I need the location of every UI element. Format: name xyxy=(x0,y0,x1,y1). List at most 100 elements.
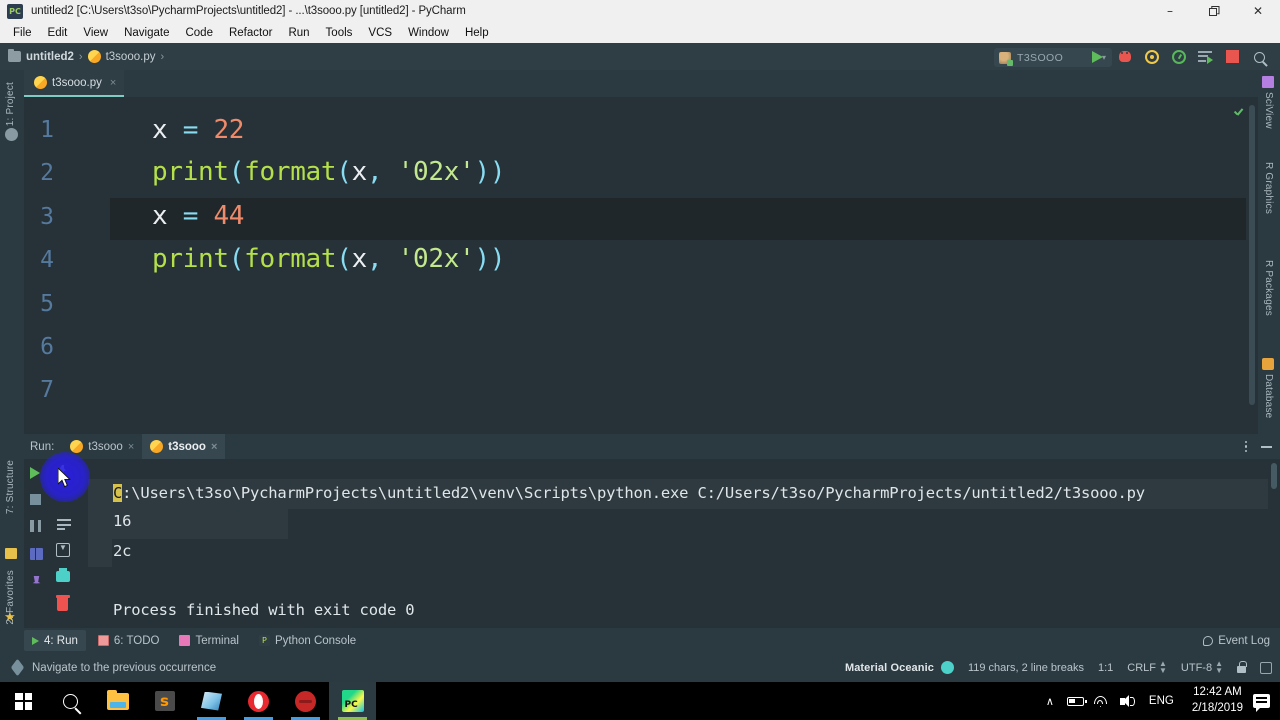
notifications-icon[interactable] xyxy=(1253,694,1270,712)
printer-icon xyxy=(56,568,70,582)
print-button[interactable] xyxy=(56,568,73,588)
soft-wrap-button[interactable] xyxy=(57,519,74,536)
python-file-icon xyxy=(150,440,164,453)
menu-navigate[interactable]: Navigate xyxy=(116,25,177,41)
breadcrumb-file[interactable]: t3sooo.py xyxy=(106,51,156,63)
close-button[interactable]: ✕ xyxy=(1236,0,1280,22)
debug-button[interactable] xyxy=(1115,47,1134,66)
sidebar-item-sciview[interactable]: SciView xyxy=(1263,92,1274,129)
run-tab-2[interactable]: t3sooo × xyxy=(142,434,226,459)
bottom-tab-run[interactable]: 4: Run xyxy=(24,630,86,651)
run-button[interactable] xyxy=(1088,47,1107,66)
store-button[interactable] xyxy=(188,682,235,720)
start-button[interactable] xyxy=(0,682,47,720)
menu-vcs[interactable]: VCS xyxy=(360,25,400,41)
attach-button[interactable] xyxy=(1196,47,1215,66)
run-coverage-button[interactable] xyxy=(1142,47,1161,66)
console-scrollbar-thumb[interactable] xyxy=(1271,463,1277,489)
pin-tab-button[interactable] xyxy=(31,576,48,593)
navigation-bar: untitled2 › t3sooo.py › T3SOOO ▾ xyxy=(0,43,1280,70)
stop-button[interactable] xyxy=(1223,47,1242,66)
bottom-tab-terminal[interactable]: Terminal xyxy=(171,630,246,651)
volume-button[interactable] xyxy=(1115,682,1141,720)
code-editor[interactable]: 1 2 3 4 5 6 7 x = 22 print(format(x, '02… xyxy=(24,97,1258,430)
caret-position[interactable]: 1:1 xyxy=(1098,662,1113,674)
structure-icon xyxy=(5,548,17,559)
attach-icon xyxy=(1198,50,1213,64)
theme-indicator[interactable]: Material Oceanic xyxy=(845,661,954,674)
vertical-dots-icon[interactable] xyxy=(1244,440,1247,453)
sidebar-item-database[interactable]: Database xyxy=(1263,374,1274,418)
battery-icon xyxy=(1067,696,1087,706)
battery-button[interactable] xyxy=(1063,682,1089,720)
editor-tab-label: t3sooo.py xyxy=(52,76,102,89)
sidebar-item-structure[interactable]: 7: Structure xyxy=(5,460,16,514)
menu-tools[interactable]: Tools xyxy=(318,25,361,41)
close-icon[interactable]: × xyxy=(128,441,134,453)
run-tab-1[interactable]: t3sooo × xyxy=(62,434,142,459)
clock[interactable]: 12:42 AM 2/18/2019 xyxy=(1182,685,1253,716)
show-hidden-icons-button[interactable]: ∧ xyxy=(1037,682,1063,720)
opera-button[interactable] xyxy=(235,682,282,720)
search-icon xyxy=(63,693,78,709)
show-tests-button[interactable] xyxy=(30,548,47,565)
menu-view[interactable]: View xyxy=(75,25,116,41)
bottom-tab-todo[interactable]: 6: TODO xyxy=(90,630,168,651)
stop-process-button[interactable] xyxy=(30,494,47,511)
network-button[interactable] xyxy=(1089,682,1115,720)
sidebar-item-project[interactable]: 1: Project xyxy=(5,82,16,126)
editor-scrollbar[interactable] xyxy=(1246,97,1258,430)
menu-edit[interactable]: Edit xyxy=(40,25,76,41)
line-separator: CRLF xyxy=(1127,661,1156,674)
taskbar-search-button[interactable] xyxy=(47,682,94,720)
editor-gutter[interactable]: 1 2 3 4 5 6 7 xyxy=(24,97,110,430)
run-console[interactable]: C:\Users\t3so\PycharmProjects\untitled2\… xyxy=(88,459,1268,628)
editor-scrollbar-thumb[interactable] xyxy=(1249,105,1255,405)
scroll-to-end-button[interactable] xyxy=(56,543,73,560)
menu-file[interactable]: File xyxy=(5,25,40,41)
code-text-area[interactable]: x = 22 print(format(x, '02x')) x = 44 pr… xyxy=(110,97,1258,430)
menu-code[interactable]: Code xyxy=(177,25,221,41)
pause-output-button[interactable] xyxy=(30,520,47,537)
up-down-navigate-button[interactable] xyxy=(57,465,74,482)
pycharm-icon: PC xyxy=(341,690,364,712)
opera-icon xyxy=(248,690,269,712)
menu-refactor[interactable]: Refactor xyxy=(221,25,280,41)
editor-tab-t3sooo[interactable]: t3sooo.py × xyxy=(24,70,125,97)
menu-help[interactable]: Help xyxy=(457,25,497,41)
minimize-button[interactable]: – xyxy=(1148,0,1192,22)
run-tab-label: t3sooo xyxy=(168,440,206,453)
close-icon[interactable]: × xyxy=(110,77,116,89)
bottom-tab-python-console[interactable]: P Python Console xyxy=(251,630,364,651)
breadcrumb-project[interactable]: untitled2 xyxy=(26,51,74,63)
line-separator-selector[interactable]: CRLF ▲ ▼ xyxy=(1127,659,1167,675)
event-log-button[interactable]: Event Log xyxy=(1203,635,1270,647)
profile-button[interactable] xyxy=(1169,47,1188,66)
breadcrumb-separator-2: › xyxy=(160,50,165,63)
restore-button[interactable] xyxy=(1192,0,1236,22)
sidebar-item-r-graphics[interactable]: R Graphics xyxy=(1263,162,1274,214)
clear-all-button[interactable] xyxy=(55,595,74,615)
recorder-button[interactable] xyxy=(282,682,329,720)
language-indicator[interactable]: ENG xyxy=(1141,695,1182,707)
close-icon[interactable]: × xyxy=(211,441,217,453)
menu-window[interactable]: Window xyxy=(400,25,457,41)
status-bar: Navigate to the previous occurrence Mate… xyxy=(0,653,1280,682)
menu-run[interactable]: Run xyxy=(280,25,317,41)
sublime-text-button[interactable]: ѕ xyxy=(141,682,188,720)
encoding-selector[interactable]: UTF-8 ▲ ▼ xyxy=(1181,659,1223,675)
sidebar-item-r-packages[interactable]: R Packages xyxy=(1263,260,1274,316)
lock-icon[interactable] xyxy=(1237,660,1247,673)
todo-icon xyxy=(97,635,109,646)
pycharm-taskbar-button[interactable]: PC xyxy=(329,682,376,720)
inspector-icon[interactable] xyxy=(1260,661,1272,674)
file-explorer-button[interactable] xyxy=(94,682,141,720)
stop-square-icon xyxy=(30,494,41,505)
run-tab-label: t3sooo xyxy=(88,440,123,453)
console-scrollbar[interactable] xyxy=(1268,459,1280,628)
run-tool-window: Run: t3sooo × t3sooo × ▼ C:\Users\t3so\P… xyxy=(24,434,1280,628)
search-everywhere-button[interactable] xyxy=(1254,52,1268,63)
line-number: 7 xyxy=(40,377,54,403)
rerun-button[interactable] xyxy=(30,467,47,484)
minus-icon[interactable] xyxy=(1261,445,1272,448)
